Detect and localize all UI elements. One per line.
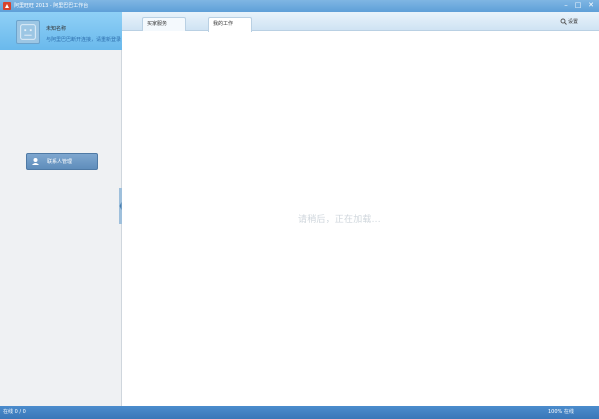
contacts-button[interactable]: 联系人管理 <box>26 153 98 170</box>
search-icon <box>560 18 567 25</box>
contacts-icon <box>32 158 39 165</box>
window-title: 阿里旺旺 2013 - 阿里巴巴工作台 <box>14 3 89 9</box>
connection-status[interactable]: 与阿里巴巴断开连接，请重新登录 <box>46 37 121 43</box>
close-button[interactable]: ✕ <box>585 0 597 10</box>
settings-label: 设置 <box>568 19 579 25</box>
minimize-button[interactable]: – <box>560 0 572 10</box>
app-logo-icon <box>3 2 11 10</box>
status-online-count: 在线 0 / 0 <box>3 409 26 415</box>
title-bar[interactable]: 阿里旺旺 2013 - 阿里巴巴工作台 – □ ✕ <box>0 0 599 12</box>
username: 未知名称 <box>46 26 67 32</box>
contacts-button-label: 联系人管理 <box>47 159 73 165</box>
maximize-button[interactable]: □ <box>572 0 584 10</box>
status-bar: 在线 0 / 0 100% 在线 <box>0 406 599 419</box>
main-content: 买家服务 我的工作 设置 请稍后，正在加载... <box>122 12 599 406</box>
avatar-placeholder-icon[interactable] <box>16 20 40 44</box>
loading-placeholder: 请稍后，正在加载... <box>298 215 381 225</box>
tab-buyer-service[interactable]: 买家服务 <box>142 17 186 31</box>
user-panel: 未知名称 与阿里巴巴断开连接，请重新登录 <box>0 12 122 50</box>
status-zoom: 100% 在线 <box>548 409 574 415</box>
tab-my-work[interactable]: 我的工作 <box>208 17 252 32</box>
settings-button[interactable]: 设置 <box>560 18 578 26</box>
sidebar: 未知名称 与阿里巴巴断开连接，请重新登录 联系人管理 <box>0 12 122 406</box>
tab-bar: 买家服务 我的工作 设置 <box>122 12 599 32</box>
